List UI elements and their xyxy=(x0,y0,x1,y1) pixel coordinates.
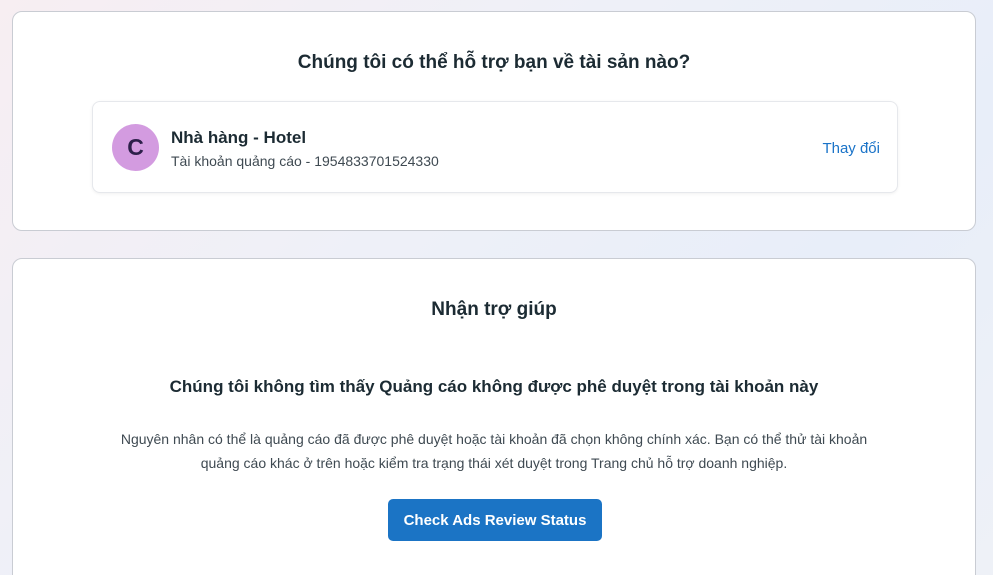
no-ads-found-description: Nguyên nhân có thể là quảng cáo đã được … xyxy=(120,431,868,471)
change-asset-link[interactable]: Thay đổi xyxy=(822,140,880,157)
get-help-card: Nhận trợ giúp Chúng tôi không tìm thấy Q… xyxy=(12,258,976,575)
check-ads-review-status-button[interactable]: Check Ads Review Status xyxy=(388,499,602,541)
asset-avatar: C xyxy=(112,124,159,171)
help-section-title: Nhận trợ giúp xyxy=(431,299,557,320)
asset-section-title: Chúng tôi có thể hỗ trợ bạn về tài sản n… xyxy=(297,52,691,73)
asset-selection-card: Chúng tôi có thể hỗ trợ bạn về tài sản n… xyxy=(12,11,976,231)
no-ads-found-heading: Chúng tôi không tìm thấy Quảng cáo không… xyxy=(169,377,819,396)
asset-name: Nhà hàng - Hotel xyxy=(171,128,307,147)
asset-account-id: Tài khoản quảng cáo - 1954833701524330 xyxy=(171,153,439,169)
selected-asset: C Nhà hàng - Hotel Tài khoản quảng cáo -… xyxy=(92,101,898,193)
